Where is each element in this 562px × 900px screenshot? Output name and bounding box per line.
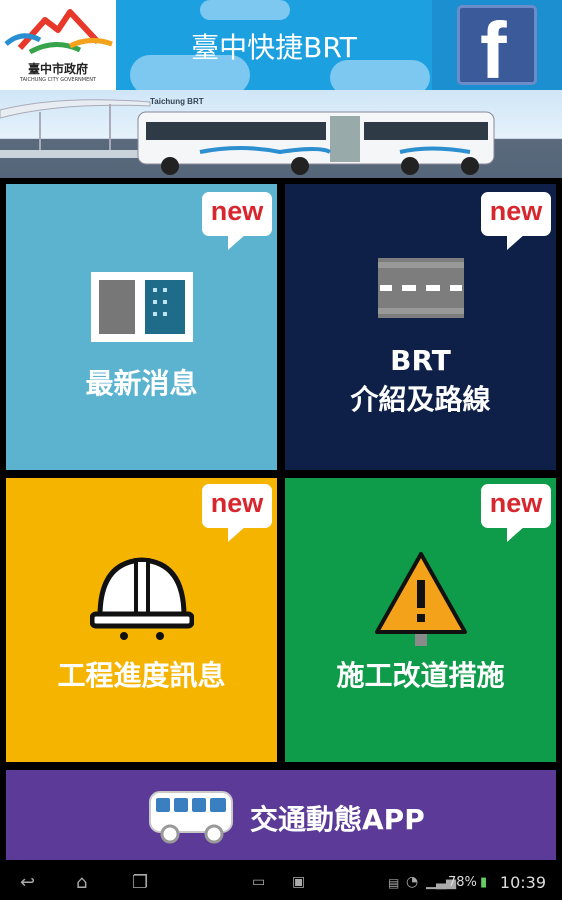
recent-apps-icon[interactable]: ❐: [132, 872, 148, 893]
brt-bus-image: Taichung BRT: [0, 97, 495, 175]
tile-detour-measures[interactable]: new 施工改道措施: [285, 478, 556, 762]
small-app-icon[interactable]: ▭: [252, 874, 265, 890]
hard-hat-icon: [90, 557, 194, 640]
notification-icon: ▤: [388, 876, 400, 890]
new-badge: new: [202, 192, 272, 250]
bus-icon: [149, 791, 233, 844]
taichung-logo: 臺中市政府 TAICHUNG CITY GOVERNMENT: [0, 0, 116, 90]
tile-label-line2: 介紹及路線: [350, 383, 491, 416]
traffic-app-button[interactable]: 交通動態APP: [6, 770, 556, 860]
new-badge: new: [481, 484, 551, 542]
warning-sign-icon: [375, 552, 467, 646]
back-icon[interactable]: ↩: [20, 872, 35, 893]
facebook-button[interactable]: f: [457, 5, 537, 90]
clock: 10:39: [499, 873, 546, 892]
header: 臺中市政府 TAICHUNG CITY GOVERNMENT 臺中快捷BRT f: [0, 0, 562, 90]
battery-icon: ▮: [480, 875, 488, 890]
logo-mark-icon: [4, 9, 113, 55]
bus-sign: Taichung BRT: [150, 97, 204, 106]
new-badge: new: [481, 192, 551, 250]
road-icon: [378, 258, 464, 318]
tile-label: 工程進度訊息: [57, 659, 226, 692]
battery-percent: 78%: [448, 875, 477, 890]
facebook-icon: f: [480, 6, 507, 90]
brt-bus-banner: Taichung BRT: [0, 90, 562, 178]
wifi-icon: ◔: [406, 874, 419, 890]
app-button-label: 交通動態APP: [250, 803, 425, 836]
tile-brt-routes[interactable]: new BRT 介紹及路線: [285, 184, 556, 470]
home-icon[interactable]: ⌂: [76, 872, 87, 893]
new-badge: new: [202, 484, 272, 542]
tile-label: 最新消息: [85, 367, 198, 400]
logo-subtitle: TAICHUNG CITY GOVERNMENT: [19, 77, 97, 83]
media-app-icon[interactable]: ▣: [292, 874, 305, 890]
news-panel-icon: [91, 272, 193, 342]
app-title: 臺中快捷BRT: [191, 31, 357, 64]
tile-latest-news[interactable]: new 最新消息: [6, 184, 277, 470]
logo-text: 臺中市政府: [27, 62, 88, 76]
tile-construction-progress[interactable]: new 工程進度訊息: [6, 478, 277, 762]
tile-label: 施工改道措施: [336, 659, 505, 692]
tile-label-line1: BRT: [390, 344, 451, 377]
system-nav-bar: ↩ ⌂ ❐ ▭ ▣ ▤ ◔ ▁▃▅ 78% ▮ 10:39: [0, 868, 562, 900]
